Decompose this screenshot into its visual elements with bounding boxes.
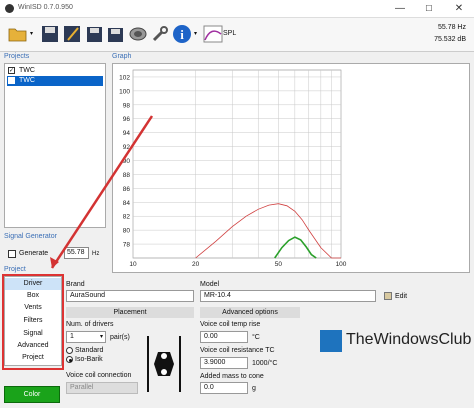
window-title: WinISD 0.7.0.950 — [18, 4, 73, 11]
save-all-icon[interactable] — [84, 24, 104, 44]
project-checkbox[interactable]: ✓ — [8, 77, 15, 84]
graph-section-label: Graph — [112, 53, 132, 60]
save-as-icon[interactable] — [62, 24, 82, 44]
project-name: TWC — [19, 67, 35, 74]
toolbar: ▾ i ▾ SPL 55.78 Hz 75.532 dB — [0, 18, 474, 52]
added-mass-unit: g — [252, 385, 256, 392]
spl-chart[interactable]: 78 80 82 84 86 88 90 92 94 96 98 100 102 10 20 50 100 — [113, 64, 469, 272]
wrench-icon[interactable] — [150, 24, 170, 44]
vc-connection-select[interactable]: Parallel — [66, 382, 138, 394]
frequency-input[interactable]: 55.78 — [64, 247, 89, 259]
y-tick-label: 86 — [123, 186, 131, 193]
project-row[interactable]: ✓ TWC — [7, 66, 103, 76]
y-tick-label: 98 — [123, 102, 131, 109]
level-readout: 75.532 dB — [434, 36, 466, 43]
project-checkbox[interactable]: ✓ — [8, 67, 15, 74]
project-name: TWC — [19, 77, 35, 84]
y-tick-label: 94 — [123, 130, 131, 137]
edit-icon[interactable] — [384, 292, 392, 300]
spl-chart-icon[interactable] — [203, 24, 223, 44]
added-mass-field[interactable]: 0.0 — [200, 382, 248, 394]
graph-panel[interactable]: 78 80 82 84 86 88 90 92 94 96 98 100 102 10 20 50 100 — [112, 63, 470, 273]
y-tick-label: 102 — [119, 74, 130, 81]
vc-resistance-unit: 1000/°C — [252, 360, 278, 367]
placement-header: Placement — [66, 307, 194, 318]
open-folder-icon[interactable] — [8, 24, 28, 44]
signal-generator-label: Signal Generator — [4, 233, 57, 240]
standard-label: Standard — [75, 347, 104, 354]
y-tick-label: 80 — [123, 228, 131, 235]
y-tick-label: 78 — [123, 242, 131, 249]
spl-label[interactable]: SPL — [223, 30, 236, 37]
x-tick-label: 10 — [129, 261, 137, 268]
chevron-down-icon[interactable]: ▾ — [194, 30, 197, 37]
edit-button[interactable]: Edit — [395, 293, 407, 300]
projects-list: ✓ TWC ✓ TWC — [4, 63, 106, 228]
y-tick-label: 92 — [123, 144, 131, 151]
projects-section-label: Projects — [4, 53, 30, 60]
close-button[interactable]: ✕ — [444, 0, 474, 18]
y-tick-label: 100 — [119, 88, 130, 95]
x-tick-label: 100 — [336, 261, 347, 268]
vc-resistance-label: Voice coil resistance TC — [200, 347, 275, 354]
maximize-button[interactable]: ☐ — [414, 0, 444, 18]
driver-database-icon[interactable] — [128, 24, 148, 44]
minimize-button[interactable]: — — [385, 0, 415, 18]
save-icon[interactable] — [40, 24, 60, 44]
annotation-highlight-box — [2, 274, 64, 370]
num-drivers-label: Num. of drivers — [66, 321, 114, 328]
color-button[interactable]: Color — [4, 386, 60, 403]
project-section-label: Project — [4, 266, 26, 273]
model-field[interactable]: MR-10.4 — [200, 290, 376, 302]
chevron-down-icon[interactable]: ▾ — [30, 30, 33, 37]
plot-area — [132, 69, 342, 259]
vc-temp-field[interactable]: 0.00 — [200, 331, 248, 343]
vc-resistance-field[interactable]: 3.9000 — [200, 357, 248, 369]
y-tick-label: 90 — [123, 158, 131, 165]
y-tick-label: 82 — [123, 214, 131, 221]
standard-radio[interactable] — [66, 347, 73, 354]
added-mass-label: Added mass to cone — [200, 373, 264, 380]
vc-temp-label: Voice coil temp rise — [200, 321, 261, 328]
x-tick-label: 50 — [275, 261, 283, 268]
brand-label: Brand — [66, 281, 85, 288]
project-row[interactable]: ✓ TWC — [7, 76, 103, 86]
y-tick-label: 88 — [123, 172, 131, 179]
y-tick-label: 96 — [123, 116, 131, 123]
iso-barik-radio[interactable] — [66, 356, 73, 363]
save-copy-icon[interactable] — [106, 24, 126, 44]
advanced-options-header: Advanced options — [200, 307, 300, 318]
watermark-text: TheWindowsClub — [346, 331, 472, 348]
chevron-down-icon[interactable]: ▾ — [100, 333, 103, 340]
title-bar: WinISD 0.7.0.950 — ☐ ✕ — [0, 0, 474, 18]
model-label: Model — [200, 281, 220, 288]
svg-text:i: i — [180, 27, 184, 42]
brand-field[interactable]: AuraSound — [66, 290, 194, 302]
pairs-label: pair(s) — [110, 334, 130, 341]
windows-club-logo-icon — [320, 330, 342, 352]
app-icon — [5, 4, 14, 13]
generate-checkbox[interactable] — [8, 250, 16, 258]
x-tick-label: 20 — [192, 261, 200, 268]
frequency-readout: 55.78 Hz — [437, 24, 466, 31]
vc-temp-unit: °C — [252, 334, 260, 341]
iso-barik-label: Iso-Barik — [75, 356, 103, 363]
driver-placement-diagram-icon — [147, 336, 181, 392]
info-icon[interactable]: i — [172, 24, 192, 44]
frequency-unit: Hz — [92, 251, 100, 257]
vc-connection-label: Voice coil connection — [66, 372, 132, 379]
y-tick-label: 84 — [123, 200, 131, 207]
generate-label: Generate — [19, 250, 49, 257]
